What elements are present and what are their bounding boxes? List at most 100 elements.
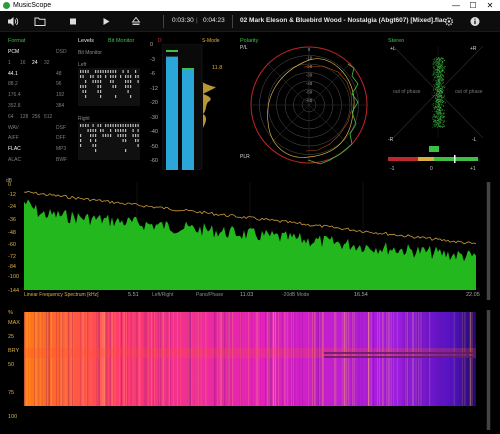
stereo-dot <box>439 116 441 117</box>
spectrogram-streak <box>377 312 378 406</box>
bit-dot <box>90 129 92 132</box>
maximize-button[interactable]: ☐ <box>465 0 481 11</box>
spectrogram-streak <box>170 312 171 406</box>
stereo-dot <box>436 87 438 89</box>
spectrogram-streak <box>148 312 150 406</box>
volume-icon[interactable] <box>6 15 20 28</box>
spectrogram-streak <box>393 312 395 406</box>
stop-icon[interactable] <box>66 15 80 28</box>
spectrogram-streak <box>205 312 207 406</box>
bit-dot <box>85 85 87 88</box>
spectrogram-scrollbar[interactable] <box>486 310 491 430</box>
left-right-mode[interactable]: Left/Right <box>152 292 173 298</box>
stereo-dot <box>443 94 445 96</box>
spectrum-scrollbar[interactable] <box>486 182 491 300</box>
stereo-dot <box>435 61 437 63</box>
stereo-dot <box>435 64 437 66</box>
bit-dot <box>125 139 127 142</box>
info-icon[interactable] <box>468 15 482 28</box>
bit-dot <box>80 124 82 127</box>
stereo-dot <box>436 81 438 83</box>
spectrum-y-tick: -144 <box>8 288 20 294</box>
stereo-dot <box>439 121 441 123</box>
bit-monitor-tab[interactable]: Bit Monitor <box>108 38 134 44</box>
stereo-dot <box>434 121 436 123</box>
spectrum-y-tick: -48 <box>8 230 16 236</box>
bit-dot <box>130 75 132 78</box>
spectrum-scroll-thumb[interactable] <box>487 182 490 300</box>
stereo-dot <box>434 96 436 98</box>
play-icon[interactable] <box>99 15 113 28</box>
stereo-dot <box>434 103 436 105</box>
stereo-dot <box>437 111 439 113</box>
spectrogram-streak <box>418 312 420 406</box>
stereo-dot <box>438 104 440 105</box>
spectrogram-streak <box>153 312 155 406</box>
bit-dot <box>117 124 119 127</box>
close-button[interactable]: ✕ <box>482 0 498 11</box>
stereo-dot <box>442 117 444 119</box>
bit-dot <box>135 75 137 78</box>
spectrogram-streak <box>125 312 127 406</box>
bit-dot <box>102 129 104 132</box>
spectrogram-streak <box>437 312 439 406</box>
spectrogram-streak <box>420 312 422 406</box>
bit-dot <box>97 80 99 83</box>
eject-icon[interactable] <box>129 15 143 28</box>
bit-dot <box>100 70 102 73</box>
format-option: 48 <box>56 70 62 77</box>
spectrogram-streak <box>90 312 92 406</box>
stereo-dot <box>434 92 435 94</box>
format-title: Format <box>8 38 26 44</box>
db-mode-label[interactable]: -20dB Mode <box>282 292 309 298</box>
bit-dot <box>115 75 117 78</box>
stereo-dot <box>431 104 433 106</box>
bit-monitor-display <box>78 68 140 160</box>
spectrogram-streak <box>179 312 180 406</box>
stereo-dot <box>432 117 434 119</box>
stereo-dot <box>436 80 437 82</box>
spectrogram-streak <box>470 312 472 406</box>
spectrogram-streak <box>426 312 428 406</box>
spectrogram-streak <box>294 312 296 406</box>
spectrogram-streak <box>228 312 229 406</box>
minimize-button[interactable]: — <box>448 0 464 11</box>
spectrogram-streak <box>96 312 98 406</box>
stereo-title: Stereo <box>388 38 405 44</box>
spectrogram-streak <box>345 312 347 406</box>
spectrogram-streak <box>151 312 152 406</box>
bit-dot <box>100 85 102 88</box>
stereo-dot <box>440 59 442 60</box>
stereo-dot <box>441 75 443 77</box>
stereo-dot <box>439 81 441 83</box>
bit-dot <box>95 139 97 142</box>
spectrogram-streak <box>221 312 223 406</box>
stereo-dot <box>438 89 439 91</box>
spectrogram-streak <box>322 312 324 406</box>
settings-gear-icon[interactable] <box>442 15 456 28</box>
bit-dot <box>85 80 87 83</box>
spectrogram-streak <box>391 312 393 406</box>
bit-dot <box>112 75 114 78</box>
bit-dot <box>95 134 97 137</box>
spectrogram-streak <box>290 312 292 406</box>
spectrogram-streak <box>422 312 423 406</box>
stereo-dot <box>436 99 438 101</box>
spectrum-mode-label[interactable]: Linear Frequency Spectrum [kHz] <box>24 292 98 298</box>
stereo-dot <box>434 84 436 86</box>
pano-phase-mode[interactable]: Pano/Phase <box>196 292 223 298</box>
correlation-meter <box>388 155 478 163</box>
spectrogram-scroll-thumb[interactable] <box>487 310 490 430</box>
stereo-dot <box>440 64 442 66</box>
spectrogram-streak <box>34 312 36 406</box>
stereo-dot <box>433 114 435 115</box>
folder-open-icon[interactable] <box>33 15 47 28</box>
stereo-dot <box>442 59 444 61</box>
stereo-dot <box>439 85 441 87</box>
spectrogram-streak <box>313 312 314 406</box>
stereo-dot <box>433 88 434 90</box>
spectrogram-streak <box>98 312 99 406</box>
left-peak-marker <box>166 50 178 52</box>
stereo-dot <box>442 97 444 99</box>
format-option: 384 <box>56 103 65 109</box>
